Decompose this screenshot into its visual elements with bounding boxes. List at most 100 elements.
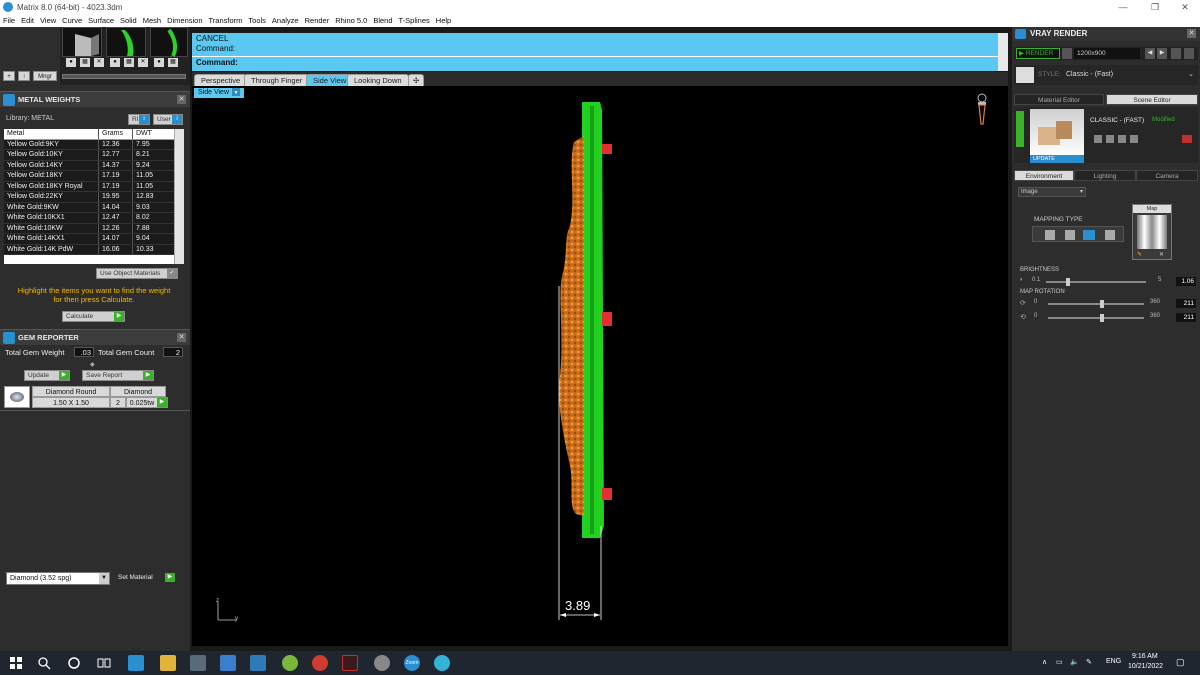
- metal-weights-close-icon[interactable]: ✕: [177, 95, 186, 104]
- save-report-button[interactable]: Save Report ▶: [82, 370, 154, 381]
- library-user-button[interactable]: User i: [153, 114, 183, 125]
- tab-environment[interactable]: Environment: [1014, 170, 1074, 181]
- clock-time[interactable]: 9:16 AM: [1132, 653, 1158, 660]
- thumb-grid-icon-3[interactable]: ▦: [168, 58, 178, 67]
- menu-edit[interactable]: Edit: [21, 16, 34, 25]
- brightness-knob[interactable]: [1066, 278, 1070, 286]
- language-indicator[interactable]: ENG: [1106, 658, 1121, 665]
- thumbnail-green-curve[interactable]: [150, 27, 188, 57]
- style-row[interactable]: STYLE: Classic - (Fast) ⌄: [1014, 65, 1198, 85]
- thumbnail-gray-shape[interactable]: [62, 27, 102, 57]
- teamviewer-icon[interactable]: [434, 655, 450, 671]
- rotation1-knob[interactable]: [1100, 300, 1104, 308]
- menu-solid[interactable]: Solid: [120, 16, 137, 25]
- table-row[interactable]: White Gold:10KX1 12.47 8.02: [4, 213, 184, 224]
- render-button[interactable]: ▶ RENDER: [1016, 48, 1060, 59]
- menu-mesh[interactable]: Mesh: [143, 16, 161, 25]
- brightness-slider[interactable]: ◐ 0.1 5 1.06: [1020, 277, 1196, 286]
- set-material-button[interactable]: Set Material ▶: [115, 573, 175, 584]
- settings-icon[interactable]: [1184, 48, 1194, 59]
- table-row[interactable]: White Gold:10KW 12.26 7.88: [4, 223, 184, 234]
- up-button[interactable]: ↑: [18, 71, 30, 81]
- metal-table-scrollbar[interactable]: [174, 129, 184, 264]
- builder-scrollbar[interactable]: [62, 74, 186, 79]
- table-row[interactable]: Yellow Gold:14KY 14.37 9.24: [4, 160, 184, 171]
- rotation2-value[interactable]: 211: [1176, 313, 1196, 322]
- add-tab-icon[interactable]: ✣: [408, 74, 425, 86]
- tray-pen-icon[interactable]: ✎: [1086, 658, 1092, 666]
- edge-icon[interactable]: [128, 655, 144, 671]
- brightness-track[interactable]: [1046, 281, 1146, 283]
- prev-icon[interactable]: ◀: [1145, 48, 1155, 59]
- tray-network-icon[interactable]: ▭: [1056, 658, 1063, 666]
- manager-button[interactable]: Mngr: [33, 71, 57, 81]
- thumb-grid-icon[interactable]: ▦: [80, 58, 90, 67]
- command-scrollbar[interactable]: [998, 33, 1008, 71]
- resolution-field[interactable]: 1200x900: [1074, 48, 1140, 59]
- photos-icon[interactable]: [250, 655, 266, 671]
- mapping-cube-icon[interactable]: [1065, 230, 1075, 240]
- app-green-icon[interactable]: [282, 655, 298, 671]
- tab-through-finger[interactable]: Through Finger: [244, 74, 310, 86]
- rotation1-value[interactable]: 211: [1176, 299, 1196, 308]
- gem-list[interactable]: Diamond Round Diamond 1.50 X 1.50 2 0.02…: [4, 386, 168, 408]
- mapping-plane-icon[interactable]: [1045, 230, 1055, 240]
- tab-perspective[interactable]: Perspective: [194, 74, 248, 86]
- mapping-sphere-icon[interactable]: [1105, 230, 1115, 240]
- preset-paste-icon[interactable]: [1130, 135, 1138, 143]
- tab-scene-editor[interactable]: Scene Editor: [1106, 94, 1198, 105]
- rotation-slider-2[interactable]: ⟲ 0 360 211: [1020, 313, 1196, 322]
- gem-splitter-icon[interactable]: ◆: [90, 361, 98, 368]
- command-area[interactable]: CANCEL Command: Command:: [192, 33, 1008, 71]
- matrix-app-icon[interactable]: [374, 655, 390, 671]
- menu-transform[interactable]: Transform: [209, 16, 243, 25]
- thumb-dot-icon-3[interactable]: ●: [154, 58, 164, 67]
- thumb-dot-icon-2[interactable]: ●: [110, 58, 120, 67]
- material-select[interactable]: Diamond (3.52 spg) ▼: [6, 572, 110, 585]
- menu-dimension[interactable]: Dimension: [167, 16, 202, 25]
- table-row[interactable]: Yellow Gold:22KY 19.95 12.83: [4, 192, 184, 203]
- mapping-cylinder-icon[interactable]: [1083, 230, 1095, 240]
- windows-start-icon[interactable]: [8, 655, 24, 671]
- search-icon[interactable]: [36, 655, 52, 671]
- preset-thumbnail[interactable]: [1030, 109, 1084, 157]
- brightness-value[interactable]: 1.06: [1176, 277, 1196, 286]
- notifications-icon[interactable]: ▢: [1176, 657, 1185, 668]
- table-row[interactable]: Yellow Gold:18KY Royal 17.19 11.05: [4, 181, 184, 192]
- rotation1-track[interactable]: [1048, 303, 1144, 305]
- tray-chevron-up-icon[interactable]: ∧: [1042, 658, 1047, 666]
- save-render-icon[interactable]: [1171, 48, 1181, 59]
- rotation2-knob[interactable]: [1100, 314, 1104, 322]
- menu-curve[interactable]: Curve: [62, 16, 82, 25]
- preset-copy-icon[interactable]: [1118, 135, 1126, 143]
- map-widget[interactable]: Map ✎ ✕: [1132, 204, 1172, 260]
- update-gems-button[interactable]: Update ▶: [24, 370, 70, 381]
- cortana-icon[interactable]: [66, 655, 82, 671]
- store-icon[interactable]: [190, 655, 206, 671]
- menu-view[interactable]: View: [40, 16, 56, 25]
- tab-looking-down[interactable]: Looking Down: [347, 74, 409, 86]
- menu-surface[interactable]: Surface: [88, 16, 114, 25]
- tab-lighting[interactable]: Lighting: [1074, 170, 1136, 181]
- thumb-delete-icon[interactable]: ✕: [94, 58, 104, 67]
- table-row[interactable]: Yellow Gold:18KY 17.19 11.05: [4, 171, 184, 182]
- preset-expand-icon[interactable]: [1016, 111, 1024, 147]
- map-clear-icon[interactable]: ✕: [1159, 251, 1164, 258]
- map-pick-icon[interactable]: ✎: [1137, 251, 1142, 258]
- rhino-app-icon[interactable]: [342, 655, 358, 671]
- preset-grid-icon[interactable]: [1106, 135, 1114, 143]
- file-explorer-icon[interactable]: [160, 655, 176, 671]
- minimize-button[interactable]: —: [1108, 0, 1138, 14]
- next-icon[interactable]: ▶: [1157, 48, 1167, 59]
- vray-close-icon[interactable]: ✕: [1187, 29, 1196, 38]
- preset-reset-icon[interactable]: [1182, 135, 1192, 143]
- menu-analyze[interactable]: Analyze: [272, 16, 299, 25]
- close-window-button[interactable]: ✕: [1170, 0, 1200, 14]
- menu-rhino[interactable]: Rhino 5.0: [335, 16, 367, 25]
- library-ri-button[interactable]: RI i: [128, 114, 150, 125]
- mail-icon[interactable]: [220, 655, 236, 671]
- menu-file[interactable]: File: [3, 16, 15, 25]
- gem-reporter-close-icon[interactable]: ✕: [177, 333, 186, 342]
- table-row[interactable]: Yellow Gold:9KY 12.36 7.95: [4, 139, 184, 150]
- calculate-button[interactable]: Calculate ▶: [62, 311, 125, 322]
